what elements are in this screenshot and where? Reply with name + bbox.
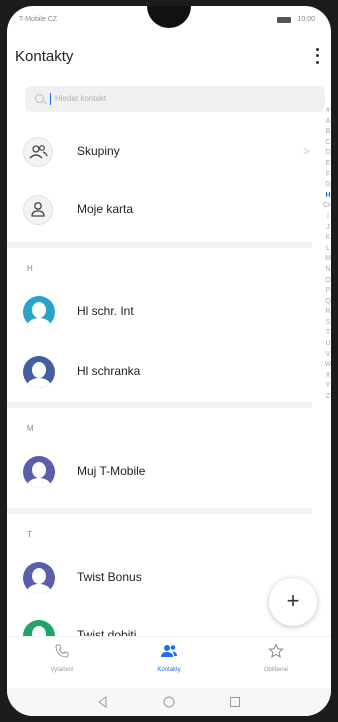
nav-contacts[interactable]: Kontakty <box>124 643 214 673</box>
phone-icon <box>55 644 69 658</box>
contact-row[interactable]: Twist Bonus <box>7 550 312 606</box>
alphabet-letter[interactable]: N <box>323 265 331 276</box>
alphabet-letter[interactable]: P <box>323 286 331 297</box>
section-divider <box>7 508 312 514</box>
phone-screen: T-Mobile CZ 10:00 Kontakty Hledat kontak… <box>7 6 331 716</box>
contact-row[interactable]: Muj T-Mobile <box>7 444 312 500</box>
my-card-row[interactable]: Moje karta <box>7 182 312 238</box>
groups-label: Skupiny <box>77 144 120 158</box>
nav-calls-label: Vytáčení <box>50 667 74 673</box>
alphabet-letter[interactable]: J <box>323 223 331 234</box>
nav-contacts-label: Kontakty <box>157 667 181 673</box>
alphabet-letter[interactable]: U <box>323 339 331 350</box>
section-divider <box>7 402 312 408</box>
alphabet-letter[interactable]: # <box>323 106 331 117</box>
alphabet-letter[interactable]: C <box>323 138 331 149</box>
camera-notch <box>147 6 191 28</box>
avatar <box>23 456 55 488</box>
contact-row[interactable]: Hl schranka <box>7 344 312 400</box>
home-icon[interactable] <box>163 696 175 708</box>
nav-favorites[interactable]: Oblíbené <box>231 643 321 673</box>
my-card-label: Moje karta <box>77 202 134 216</box>
alphabet-letter[interactable]: F <box>323 170 331 181</box>
alphabet-letter[interactable]: R <box>323 307 331 318</box>
carrier-name: T-Mobile CZ <box>19 16 58 23</box>
add-contact-button[interactable]: + <box>269 578 317 626</box>
alphabet-letter[interactable]: O <box>323 276 331 287</box>
nav-favorites-label: Oblíbené <box>263 667 289 673</box>
alphabet-letter[interactable]: K <box>323 233 331 244</box>
alphabet-letter[interactable]: T <box>323 328 331 339</box>
alphabet-letter[interactable]: E <box>323 159 331 170</box>
alphabet-letter[interactable]: W <box>323 360 331 371</box>
contact-name: Hl schranka <box>77 364 141 378</box>
contact-row[interactable]: Hl schr. Int <box>7 284 312 340</box>
avatar <box>23 356 55 388</box>
alphabet-letter[interactable]: G <box>323 180 331 191</box>
section-divider <box>7 242 312 248</box>
alphabet-letter[interactable]: S <box>323 318 331 329</box>
alphabet-letter[interactable]: A <box>323 117 331 128</box>
contact-name: Muj T-Mobile <box>77 464 146 478</box>
system-navigation-bar <box>7 688 331 716</box>
person-icon <box>23 195 53 225</box>
groups-row[interactable]: Skupiny > <box>7 124 312 180</box>
search-icon <box>35 94 44 103</box>
avatar <box>23 562 55 594</box>
avatar <box>23 296 55 328</box>
chevron-right-icon: > <box>302 144 310 158</box>
alphabet-letter-active[interactable]: H <box>323 191 331 202</box>
alphabet-letter[interactable]: V <box>323 350 331 361</box>
section-header-t: T <box>27 530 32 539</box>
group-icon <box>23 137 53 167</box>
status-bar: T-Mobile CZ 10:00 <box>7 6 331 36</box>
text-cursor <box>50 93 51 105</box>
alphabet-letter[interactable]: D <box>323 148 331 159</box>
page-title: Kontakty <box>15 48 74 65</box>
section-header-h: H <box>27 264 33 273</box>
contacts-icon <box>161 645 177 657</box>
alphabet-letter[interactable]: B <box>323 127 331 138</box>
back-icon[interactable] <box>97 696 109 708</box>
alphabet-letter[interactable]: CH <box>323 201 331 212</box>
alphabet-letter[interactable]: Q <box>323 297 331 308</box>
alphabet-letter[interactable]: M <box>323 254 331 265</box>
nav-calls[interactable]: Vytáčení <box>17 643 107 673</box>
alphabet-letter[interactable]: L <box>323 244 331 255</box>
contact-name: Twist Bonus <box>77 570 142 584</box>
section-header-m: M <box>27 424 34 433</box>
search-input[interactable]: Hledat kontakt <box>25 86 325 112</box>
alphabet-letter[interactable]: I <box>323 212 331 223</box>
alphabet-index[interactable]: # A B C D E F G H CH I J K L M N O P Q R… <box>323 106 331 403</box>
status-time: 10:00 <box>297 16 315 23</box>
contact-name: Hl schr. Int <box>77 304 134 318</box>
more-options-icon[interactable] <box>311 46 323 66</box>
plus-icon: + <box>286 588 300 613</box>
battery-icon <box>277 17 291 23</box>
alphabet-letter[interactable]: Y <box>323 381 331 392</box>
alphabet-letter[interactable]: Z <box>323 392 331 403</box>
recents-icon[interactable] <box>229 696 241 708</box>
alphabet-letter[interactable]: X <box>323 371 331 382</box>
bottom-navigation: Vytáčení Kontakty Oblíbené <box>7 636 331 687</box>
star-icon <box>268 643 284 658</box>
search-placeholder: Hledat kontakt <box>55 94 107 103</box>
